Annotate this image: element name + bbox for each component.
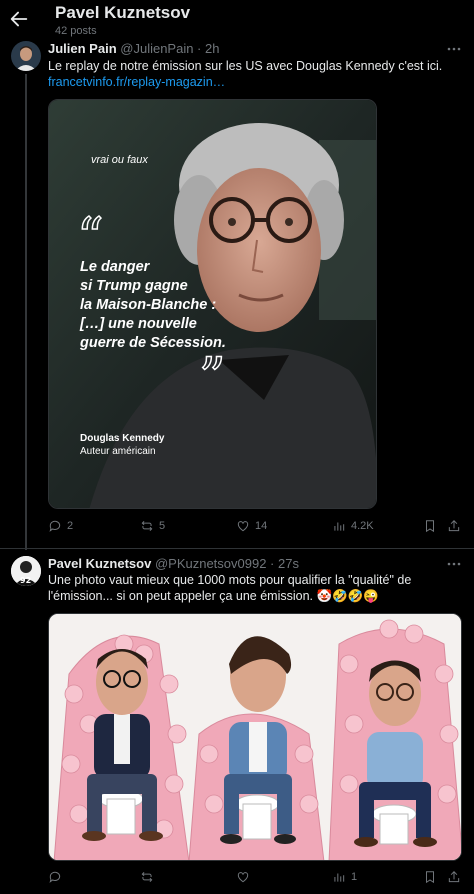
svg-text:”: ” <box>199 348 226 408</box>
repost-icon <box>141 520 153 532</box>
tweet-link[interactable]: francetvinfo.fr/replay-magazin… <box>48 74 468 90</box>
tweet-actions: 2 5 14 4.2K <box>48 518 468 534</box>
views-icon <box>334 522 345 531</box>
more-options-icon[interactable] <box>447 42 461 56</box>
tweet-body: Le replay de notre émission sur les US a… <box>48 59 443 73</box>
repost-button[interactable] <box>140 869 159 885</box>
profile-header: Pavel Kuznetsov 42 posts <box>0 0 474 40</box>
author-handle[interactable]: @PKuznetsov0992 · 27s <box>155 556 299 571</box>
repost-count: 5 <box>159 520 166 532</box>
share-icon <box>448 871 460 883</box>
tweet-divider <box>0 548 474 549</box>
like-button[interactable]: 14 <box>236 518 267 534</box>
person-role: Auteur américain <box>80 446 156 457</box>
reply-icon <box>49 520 61 532</box>
share-button[interactable] <box>447 518 461 534</box>
views-button[interactable]: 1 <box>332 869 357 885</box>
more-options-icon[interactable] <box>447 557 461 571</box>
author-handle[interactable]: @JulienPain · 2h <box>120 41 219 56</box>
repost-button[interactable]: 5 <box>140 518 165 534</box>
like-count: 14 <box>255 520 268 532</box>
quote-line: […] une nouvelle <box>80 316 197 332</box>
view-count: 4.2K <box>351 520 374 532</box>
avatar[interactable]: 92 <box>11 556 41 586</box>
quote-line: la Maison-Blanche : <box>80 297 217 313</box>
heart-icon <box>237 521 249 532</box>
quote-line: guerre de Sécession. <box>80 335 226 351</box>
heart-icon <box>237 872 249 883</box>
share-button[interactable] <box>447 869 461 885</box>
svg-text:92: 92 <box>20 576 31 585</box>
reply-button[interactable]: 2 <box>48 518 73 534</box>
tweet-body-line: Une photo vaut mieux que 1000 mots pour … <box>48 573 412 587</box>
tweet-author-line: Pavel Kuznetsov @PKuznetsov0992 · 27s <box>48 556 299 571</box>
bookmark-button[interactable] <box>423 518 437 534</box>
bookmark-icon <box>426 520 434 533</box>
tweet-text: Une photo vaut mieux que 1000 mots pour … <box>48 572 468 604</box>
views-button[interactable]: 4.2K <box>332 518 374 534</box>
reply-button[interactable] <box>48 869 67 885</box>
back-arrow-icon[interactable] <box>8 8 30 30</box>
media-caption: Douglas Kennedy Auteur américain <box>80 432 164 458</box>
vrai-ou-faux-logo: vrai ou faux <box>91 154 148 166</box>
tweet-body-line: l'émission... si on peut appeler ça une … <box>48 589 379 603</box>
bookmark-icon <box>426 871 434 884</box>
quote-line: Le danger <box>80 259 150 275</box>
post-count: 42 posts <box>55 25 97 37</box>
repost-icon <box>141 871 153 883</box>
author-name[interactable]: Julien Pain <box>48 41 117 56</box>
tweet-author-line: Julien Pain @JulienPain · 2h <box>48 41 219 56</box>
tweet-text: Le replay de notre émission sur les US a… <box>48 58 468 90</box>
like-button[interactable] <box>236 869 255 885</box>
reply-count: 2 <box>67 520 74 532</box>
reply-icon <box>49 871 61 883</box>
author-name[interactable]: Pavel Kuznetsov <box>48 556 151 571</box>
person-name: Douglas Kennedy <box>80 433 165 444</box>
bookmark-button[interactable] <box>423 869 437 885</box>
tweet-actions: 1 <box>48 869 468 885</box>
media-quote: Le danger si Trump gagne la Maison-Blanc… <box>80 258 226 353</box>
profile-name-title: Pavel Kuznetsov <box>55 3 191 22</box>
thread-connector-line <box>25 74 27 550</box>
tweet-media-image[interactable]: “ ” vrai ou faux Le danger si Trump gagn… <box>48 99 377 509</box>
views-icon <box>334 873 345 882</box>
tweet-media-image[interactable] <box>48 613 462 861</box>
view-count: 1 <box>351 871 358 883</box>
quote-line: si Trump gagne <box>80 278 188 294</box>
share-icon <box>448 520 460 532</box>
avatar[interactable] <box>11 41 41 71</box>
